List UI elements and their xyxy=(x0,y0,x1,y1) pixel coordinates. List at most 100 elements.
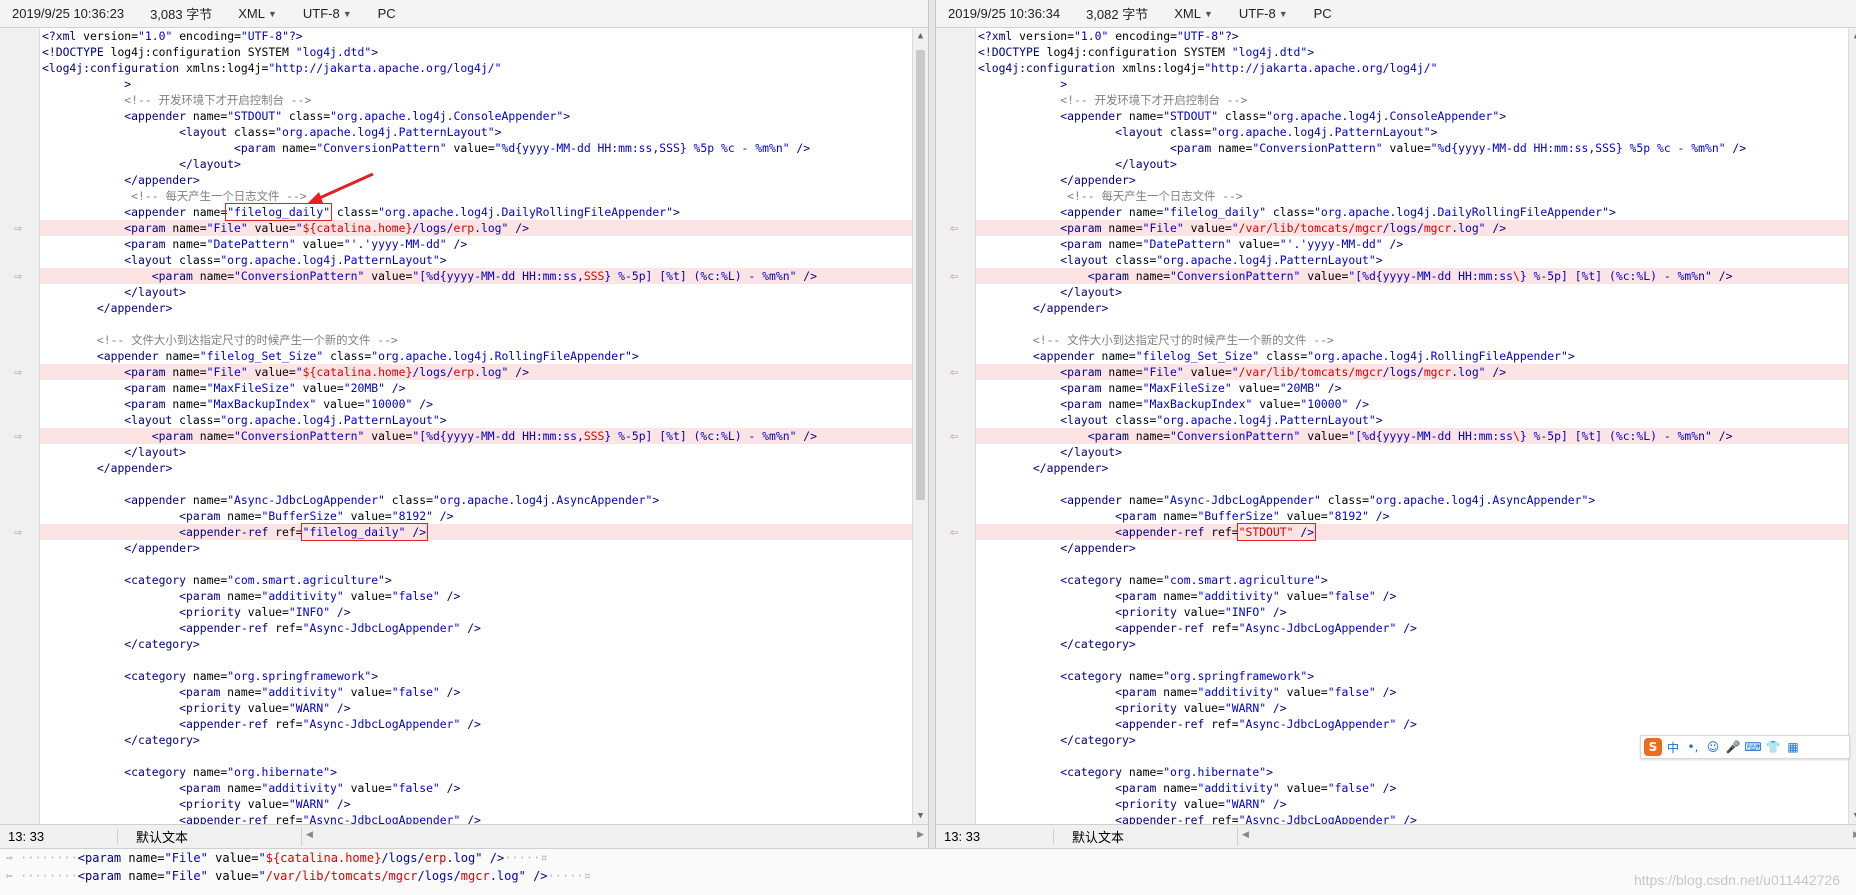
code-line[interactable] xyxy=(976,316,1848,332)
left-vertical-scrollbar[interactable]: ▲ ▼ xyxy=(912,28,928,824)
code-line[interactable] xyxy=(976,652,1848,668)
diff-marker-right-arrow-icon[interactable]: ⇨ xyxy=(10,429,26,444)
code-line[interactable]: > xyxy=(40,76,912,92)
code-line[interactable]: </layout> xyxy=(976,156,1848,172)
code-line[interactable]: </appender> xyxy=(40,540,912,556)
code-line[interactable]: <appender name="Async-JdbcLogAppender" c… xyxy=(976,492,1848,508)
diff-line[interactable]: <param name="ConversionPattern" value="[… xyxy=(40,428,912,444)
code-line[interactable]: <param name="ConversionPattern" value="%… xyxy=(40,140,912,156)
microphone-icon[interactable]: 🎤 xyxy=(1724,740,1742,754)
scroll-up-icon[interactable]: ▲ xyxy=(1849,28,1856,44)
code-line[interactable]: </appender> xyxy=(976,540,1848,556)
sogou-logo-icon[interactable]: S xyxy=(1644,738,1662,756)
code-line[interactable]: <param name="MaxBackupIndex" value="1000… xyxy=(40,396,912,412)
scroll-down-icon[interactable]: ▼ xyxy=(913,808,928,824)
diff-marker-right-arrow-icon[interactable]: ⇨ xyxy=(10,221,26,236)
code-line[interactable]: </appender> xyxy=(40,300,912,316)
code-line[interactable]: </appender> xyxy=(40,460,912,476)
diff-marker-left-arrow-icon[interactable]: ⇦ xyxy=(946,525,962,540)
diff-line[interactable]: <param name="File" value="/var/lib/tomca… xyxy=(976,364,1848,380)
left-encoding-dropdown[interactable]: UTF-8 ▼ xyxy=(303,6,352,21)
scroll-left-icon[interactable]: ◀ xyxy=(1242,829,1249,840)
code-line[interactable]: <priority value="WARN" /> xyxy=(976,796,1848,812)
code-line[interactable]: </layout> xyxy=(976,444,1848,460)
code-line[interactable]: </appender> xyxy=(40,172,912,188)
code-line[interactable]: <param name="additivity" value="false" /… xyxy=(40,684,912,700)
right-syntax-dropdown[interactable]: XML ▼ xyxy=(1174,6,1213,21)
left-code-view[interactable]: <?xml version="1.0" encoding="UTF-8"?> <!… xyxy=(40,28,912,824)
code-line[interactable]: <category name="com.smart.agriculture"> xyxy=(40,572,912,588)
scroll-left-icon[interactable]: ◀ xyxy=(306,829,313,840)
code-line[interactable]: <param name="additivity" value="false" /… xyxy=(40,780,912,796)
chinese-mode-icon[interactable]: 中 xyxy=(1664,739,1682,756)
code-line[interactable] xyxy=(40,556,912,572)
code-line[interactable]: <layout class="org.apache.log4j.PatternL… xyxy=(976,412,1848,428)
code-line[interactable]: <priority value="WARN" /> xyxy=(40,700,912,716)
diff-marker-left-arrow-icon[interactable]: ⇦ xyxy=(946,365,962,380)
right-horizontal-scrollbar[interactable]: ◀ ▶ xyxy=(1242,829,1856,845)
punctuation-icon[interactable]: •, xyxy=(1684,740,1702,754)
code-line[interactable]: <param name="MaxFileSize" value="20MB" /… xyxy=(40,380,912,396)
diff-line[interactable]: <appender-ref ref="filelog_daily" /> xyxy=(40,523,912,541)
code-line[interactable]: <!DOCTYPE log4j:configuration SYSTEM "lo… xyxy=(40,44,912,60)
code-line[interactable]: <layout class="org.apache.log4j.PatternL… xyxy=(40,252,912,268)
code-line[interactable]: <param name="additivity" value="false" /… xyxy=(976,588,1848,604)
code-line[interactable]: <param name="MaxBackupIndex" value="1000… xyxy=(976,396,1848,412)
right-line-ending[interactable]: PC xyxy=(1314,6,1332,21)
code-line[interactable] xyxy=(40,652,912,668)
emoji-icon[interactable]: ☺ xyxy=(1704,740,1722,754)
code-line[interactable]: </appender> xyxy=(976,172,1848,188)
code-line[interactable]: <log4j:configuration xmlns:log4j="http:/… xyxy=(40,60,912,76)
code-line[interactable]: <appender-ref ref="Async-JdbcLogAppender… xyxy=(40,716,912,732)
code-line[interactable] xyxy=(40,748,912,764)
code-line[interactable]: </layout> xyxy=(40,156,912,172)
code-line[interactable]: <!-- 开发环境下才开启控制台 --> xyxy=(40,92,912,108)
left-line-ending[interactable]: PC xyxy=(378,6,396,21)
code-line[interactable]: <category name="org.hibernate"> xyxy=(976,764,1848,780)
code-line[interactable]: <param name="additivity" value="false" /… xyxy=(976,780,1848,796)
code-line[interactable]: <appender name="Async-JdbcLogAppender" c… xyxy=(40,492,912,508)
code-line[interactable]: </appender> xyxy=(976,300,1848,316)
code-line[interactable]: <category name="org.hibernate"> xyxy=(40,764,912,780)
diff-marker-right-arrow-icon[interactable]: ⇨ xyxy=(10,365,26,380)
code-line[interactable]: <!-- 文件大小到达指定尺寸的时候产生一个新的文件 --> xyxy=(40,332,912,348)
diff-marker-right-arrow-icon[interactable]: ⇨ xyxy=(10,525,26,540)
code-line[interactable]: <param name="DatePattern" value="'.'yyyy… xyxy=(976,236,1848,252)
code-line[interactable]: <!-- 每天产生一个日志文件 --> xyxy=(40,188,912,204)
code-line[interactable]: <log4j:configuration xmlns:log4j="http:/… xyxy=(976,60,1848,76)
right-code-view[interactable]: <?xml version="1.0" encoding="UTF-8"?> <!… xyxy=(976,28,1848,824)
code-line[interactable]: <priority value="WARN" /> xyxy=(40,796,912,812)
code-line[interactable]: </layout> xyxy=(40,444,912,460)
right-vertical-scrollbar[interactable]: ▲ ▼ xyxy=(1848,28,1856,824)
code-line[interactable]: <layout class="org.apache.log4j.PatternL… xyxy=(976,252,1848,268)
ime-toolbar[interactable]: S 中 •, ☺ 🎤 ⌨ 👕 ▦ xyxy=(1640,735,1850,759)
code-line[interactable]: <category name="com.smart.agriculture"> xyxy=(976,572,1848,588)
code-line[interactable]: </category> xyxy=(40,732,912,748)
code-line[interactable]: <layout class="org.apache.log4j.PatternL… xyxy=(40,124,912,140)
code-line[interactable]: <appender-ref ref="Async-JdbcLogAppender… xyxy=(40,812,912,824)
code-line[interactable]: <param name="additivity" value="false" /… xyxy=(40,588,912,604)
code-line[interactable]: <appender name="STDOUT" class="org.apach… xyxy=(40,108,912,124)
code-line[interactable] xyxy=(40,316,912,332)
code-line[interactable]: <appender name="filelog_daily" class="or… xyxy=(40,203,912,221)
code-line[interactable]: <layout class="org.apache.log4j.PatternL… xyxy=(40,412,912,428)
diff-line[interactable]: <param name="ConversionPattern" value="[… xyxy=(976,268,1848,284)
code-line[interactable]: <appender-ref ref="Async-JdbcLogAppender… xyxy=(976,620,1848,636)
code-line[interactable]: <priority value="INFO" /> xyxy=(976,604,1848,620)
code-line[interactable]: </category> xyxy=(40,636,912,652)
code-line[interactable] xyxy=(976,476,1848,492)
code-line[interactable]: </layout> xyxy=(976,284,1848,300)
code-line[interactable]: <param name="BufferSize" value="8192" /> xyxy=(976,508,1848,524)
code-line[interactable]: <category name="org.springframework"> xyxy=(40,668,912,684)
code-line[interactable]: <appender name="filelog_Set_Size" class=… xyxy=(976,348,1848,364)
code-line[interactable]: <param name="additivity" value="false" /… xyxy=(976,684,1848,700)
code-line[interactable]: <appender-ref ref="Async-JdbcLogAppender… xyxy=(40,620,912,636)
code-line[interactable]: <appender name="filelog_daily" class="or… xyxy=(976,204,1848,220)
code-line[interactable]: <appender name="filelog_Set_Size" class=… xyxy=(40,348,912,364)
code-line[interactable] xyxy=(976,556,1848,572)
code-line[interactable]: </category> xyxy=(976,636,1848,652)
code-line[interactable]: <!-- 开发环境下才开启控制台 --> xyxy=(976,92,1848,108)
code-line[interactable]: <appender-ref ref="Async-JdbcLogAppender… xyxy=(976,812,1848,824)
diff-marker-left-arrow-icon[interactable]: ⇦ xyxy=(946,221,962,236)
scroll-right-icon[interactable]: ▶ xyxy=(917,829,924,840)
